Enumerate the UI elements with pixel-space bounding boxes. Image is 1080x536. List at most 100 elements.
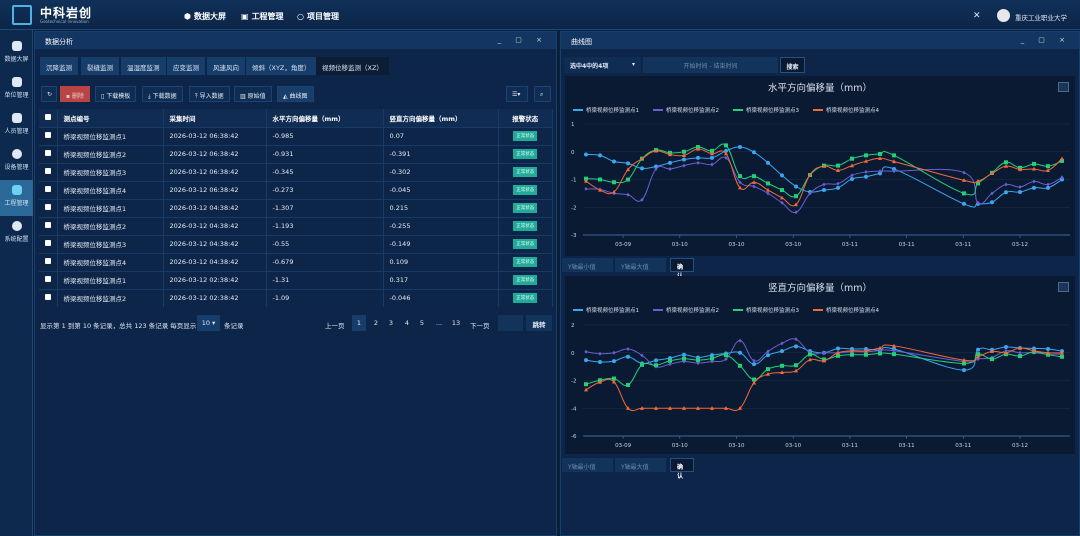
data-point[interactable]	[598, 177, 602, 182]
data-point[interactable]	[738, 363, 742, 368]
search-button[interactable]: ⌕	[534, 86, 551, 102]
data-point[interactable]	[990, 200, 994, 205]
row-checkbox[interactable]	[39, 288, 58, 307]
data-point[interactable]	[710, 356, 714, 361]
data-point[interactable]	[1032, 179, 1036, 184]
data-point[interactable]	[766, 181, 770, 186]
data-point[interactable]	[780, 173, 784, 178]
fullscreen-icon[interactable]: ✕	[973, 11, 981, 21]
table-row[interactable]: 桥梁视频位移监测点1 2026-03-12 06:38:42 -0.985 0.07 正…	[39, 126, 553, 145]
data-point[interactable]	[892, 352, 896, 357]
confirm-button[interactable]: 确认	[670, 458, 694, 480]
download-template-button[interactable]: ▯ 下载模板	[95, 86, 137, 102]
data-point[interactable]	[850, 352, 854, 357]
data-point[interactable]	[836, 163, 840, 168]
data-point[interactable]	[962, 191, 966, 196]
data-point[interactable]	[626, 354, 630, 359]
avatar[interactable]	[997, 9, 1010, 22]
data-point[interactable]	[878, 351, 882, 356]
data-point[interactable]	[626, 192, 630, 197]
nav-project-management[interactable]: ▣ 工程管理	[241, 11, 284, 22]
data-point[interactable]	[640, 362, 644, 367]
data-point[interactable]	[822, 188, 826, 193]
tab-video-displacement[interactable]: 视频位移监测（XZ）	[316, 57, 389, 75]
data-point[interactable]	[780, 363, 784, 368]
data-point[interactable]	[710, 162, 714, 167]
sidebar-item-system[interactable]: 系统配置	[0, 216, 33, 252]
data-point[interactable]	[738, 350, 742, 355]
data-point[interactable]	[682, 356, 686, 361]
col-horizontal[interactable]: 水平方向偏移量（mm）	[266, 109, 384, 127]
nav-item-management[interactable]: ○ 项目管理	[297, 11, 339, 22]
data-point[interactable]	[864, 352, 868, 357]
series-select[interactable]: 选中4中的4项 ▾	[564, 57, 641, 73]
data-point[interactable]	[752, 150, 756, 155]
data-point[interactable]	[780, 188, 784, 193]
table-row[interactable]: 桥梁视频位移监测点2 2026-03-12 04:38:42 -1.193 -0.25…	[39, 216, 553, 235]
data-point[interactable]	[696, 160, 700, 165]
row-checkbox[interactable]	[39, 162, 58, 181]
data-point[interactable]	[654, 358, 658, 363]
data-point[interactable]	[1060, 354, 1064, 359]
download-data-button[interactable]: ⤓ 下载数据	[142, 86, 183, 102]
data-point[interactable]	[850, 176, 854, 181]
data-point[interactable]	[598, 351, 602, 356]
curve-chart-button[interactable]: ◭ 曲线图	[277, 86, 314, 102]
row-checkbox[interactable]	[39, 144, 58, 163]
data-point[interactable]	[584, 358, 588, 363]
data-point[interactable]	[640, 166, 644, 171]
data-point[interactable]	[668, 358, 672, 363]
page-button[interactable]: 1	[352, 315, 366, 331]
data-point[interactable]	[1046, 182, 1050, 187]
row-checkbox[interactable]	[39, 216, 58, 235]
data-point[interactable]	[612, 359, 616, 364]
data-point[interactable]	[612, 350, 616, 355]
data-point[interactable]	[654, 363, 658, 368]
data-point[interactable]	[822, 182, 826, 187]
data-point[interactable]	[850, 156, 854, 161]
nav-data-screen[interactable]: ⬢ 数据大屏	[184, 11, 226, 22]
data-point[interactable]	[836, 185, 840, 190]
page-button[interactable]: 2	[369, 315, 383, 331]
data-point[interactable]	[738, 174, 742, 179]
page-button[interactable]: 5	[415, 315, 429, 331]
data-point[interactable]	[598, 360, 602, 365]
data-point[interactable]	[682, 352, 686, 357]
page-button[interactable]: 3	[384, 315, 398, 331]
col-alarm[interactable]: 报警状态	[498, 109, 553, 127]
data-point[interactable]	[794, 184, 798, 189]
sidebar-item-projects[interactable]: 工程管理	[0, 180, 33, 216]
delete-button[interactable]: ▪ 删除	[60, 86, 90, 102]
jump-button[interactable]: 跳转	[526, 315, 552, 331]
data-point[interactable]	[1018, 189, 1022, 194]
tab-wind[interactable]: 风速风向	[207, 57, 245, 75]
data-point[interactable]	[962, 170, 966, 175]
y-min-input[interactable]: Y轴最小值	[562, 258, 613, 272]
import-data-button[interactable]: ⤒ 导入数据	[189, 86, 230, 102]
row-checkbox[interactable]	[39, 234, 58, 253]
data-point[interactable]	[1004, 190, 1008, 195]
data-point[interactable]	[696, 358, 700, 363]
row-checkbox[interactable]	[39, 270, 58, 289]
data-point[interactable]	[598, 153, 602, 158]
data-point[interactable]	[584, 382, 588, 387]
data-point[interactable]	[794, 363, 798, 368]
date-range-input[interactable]: 开始时间 - 结束时间	[643, 57, 778, 73]
data-point[interactable]	[1004, 345, 1008, 350]
jump-page-input[interactable]	[498, 315, 523, 331]
page-button[interactable]: 4	[400, 315, 414, 331]
data-point[interactable]	[1032, 185, 1036, 190]
y-max-input[interactable]: Y轴最大值	[615, 258, 666, 272]
window-controls[interactable]: _ ▢ ×	[1021, 36, 1071, 44]
data-point[interactable]	[766, 191, 770, 196]
sidebar-item-data-screen[interactable]: 数据大屏	[0, 36, 33, 72]
table-row[interactable]: 桥梁视频位移监测点1 2026-03-12 02:38:42 -1.31 0.317 正…	[39, 270, 553, 289]
sidebar-item-units[interactable]: 单位管理	[0, 72, 33, 108]
raw-value-button[interactable]: ▥ 原始值	[234, 86, 272, 102]
col-time[interactable]: 采集时间	[163, 109, 267, 127]
data-point[interactable]	[864, 153, 868, 158]
data-point[interactable]	[1046, 347, 1050, 352]
data-point[interactable]	[892, 153, 896, 158]
data-point[interactable]	[584, 186, 588, 191]
row-checkbox[interactable]	[39, 198, 58, 217]
